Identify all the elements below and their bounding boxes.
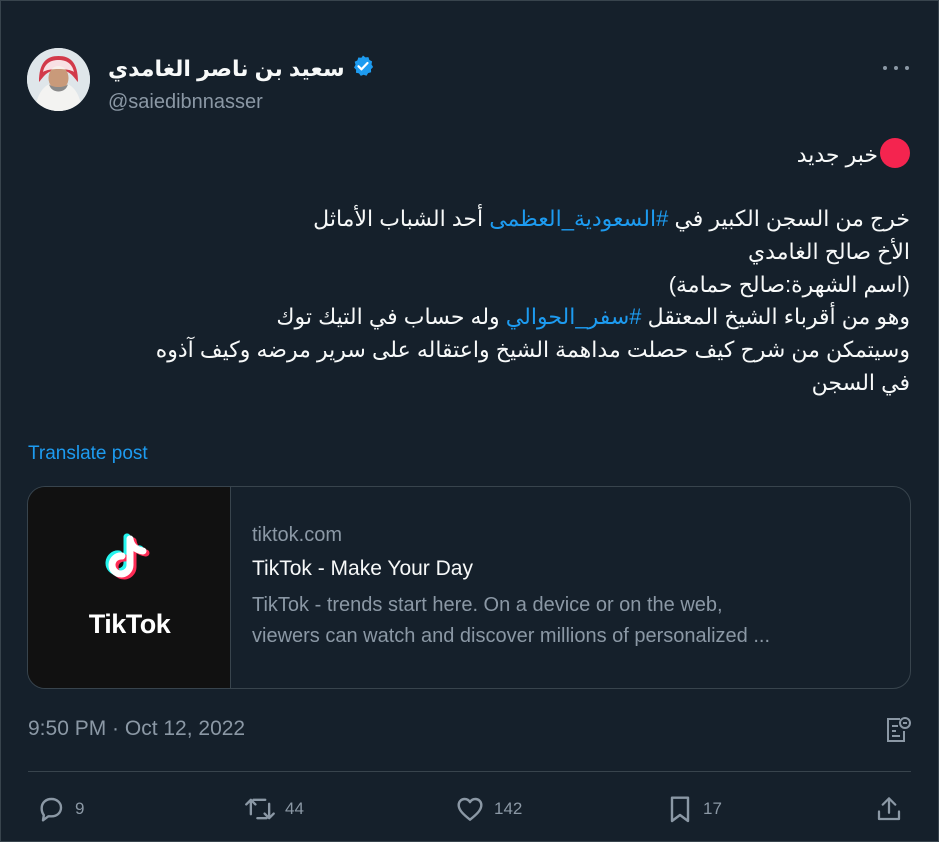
text-line-4: (اسم الشهرة:صالح حمامة) xyxy=(50,269,910,302)
hashtag-link[interactable]: #سفر_الحوالي xyxy=(506,304,642,329)
card-info: tiktok.com TikTok - Make Your Day TikTok… xyxy=(252,524,890,652)
tiktok-logo-icon xyxy=(105,533,150,580)
bookmark-icon xyxy=(670,796,690,823)
text-segment: وسيتمكن من شرح كيف حصلت مداهمة الشيخ واع… xyxy=(155,337,910,363)
text-line-1: خبر جديد xyxy=(50,138,910,171)
bookmark-count: 17 xyxy=(703,799,722,818)
repost-button[interactable]: 44 xyxy=(243,789,304,829)
tiktok-wordmark: TikTok xyxy=(88,609,171,639)
text-segment: وهو من أقرباء الشيخ المعتقل xyxy=(641,304,910,330)
text-line-6: وسيتمكن من شرح كيف حصلت مداهمة الشيخ واع… xyxy=(50,334,910,367)
text-segment: خبر جديد xyxy=(796,142,878,167)
text-line-5: وهو من أقرباء الشيخ المعتقل #سفر_الحوالي… xyxy=(50,301,910,334)
card-description-line: TikTok - trends start here. On a device … xyxy=(252,594,723,616)
card-description: TikTok - trends start here. On a device … xyxy=(252,590,890,652)
text-line-7: في السجن xyxy=(50,367,910,400)
card-thumbnail: TikTok xyxy=(28,487,231,688)
translate-post-link[interactable]: Translate post xyxy=(28,443,148,465)
text-line-2: خرج من السجن الكبير في #السعودية_العظمى … xyxy=(50,203,910,236)
text-segment: وله حساب في التيك توك xyxy=(276,304,506,330)
post-analytics-icon[interactable] xyxy=(884,715,912,745)
text-line-3: الأخ صالح الغامدي xyxy=(50,236,910,269)
action-bar: 9 44 142 17 xyxy=(1,789,939,829)
verified-badge-icon xyxy=(351,54,375,83)
tweet-header: سعيد بن ناصر الغامدي @saiedibnnasser xyxy=(27,48,915,114)
author-display-name[interactable]: سعيد بن ناصر الغامدي xyxy=(108,56,345,82)
tweet-container: سعيد بن ناصر الغامدي @saiedibnnasser خبر… xyxy=(0,0,939,842)
author-handle[interactable]: @saiedibnnasser xyxy=(108,91,375,114)
like-count: 142 xyxy=(494,799,523,818)
card-domain: tiktok.com xyxy=(252,524,343,546)
heart-icon xyxy=(457,797,483,821)
avatar[interactable] xyxy=(27,48,90,111)
more-options-icon[interactable] xyxy=(881,58,911,78)
reply-count: 9 xyxy=(75,799,85,818)
bookmark-button[interactable]: 17 xyxy=(665,789,722,829)
share-icon xyxy=(877,797,901,821)
reply-icon xyxy=(40,797,63,822)
card-description-line: viewers can watch and discover millions … xyxy=(252,625,771,647)
repost-icon xyxy=(245,798,275,820)
text-segment: الأخ صالح الغامدي xyxy=(747,239,910,265)
text-segment: في السجن xyxy=(811,369,910,395)
text-segment: أحد الشباب الأماثل xyxy=(313,206,490,232)
red-circle-icon xyxy=(880,138,910,168)
card-title: TikTok - Make Your Day xyxy=(252,557,473,580)
link-preview-card[interactable]: TikTok tiktok.com TikTok - Make Your Day… xyxy=(27,486,911,689)
text-segment: خرج من السجن الكبير في xyxy=(668,206,910,232)
like-button[interactable]: 142 xyxy=(454,789,522,829)
text-segment: (اسم الشهرة:صالح حمامة) xyxy=(668,271,910,297)
hashtag-link[interactable]: #السعودية_العظمى xyxy=(489,206,668,231)
divider xyxy=(28,771,911,772)
reply-button[interactable]: 9 xyxy=(35,789,84,829)
author-info: سعيد بن ناصر الغامدي @saiedibnnasser xyxy=(108,54,375,114)
tweet-text: خبر جديد خرج من السجن الكبير في #السعودي… xyxy=(50,138,910,400)
tweet-timestamp[interactable]: 9:50 PM · Oct 12, 2022 xyxy=(28,717,245,741)
repost-count: 44 xyxy=(285,799,304,818)
share-button[interactable] xyxy=(874,789,904,829)
